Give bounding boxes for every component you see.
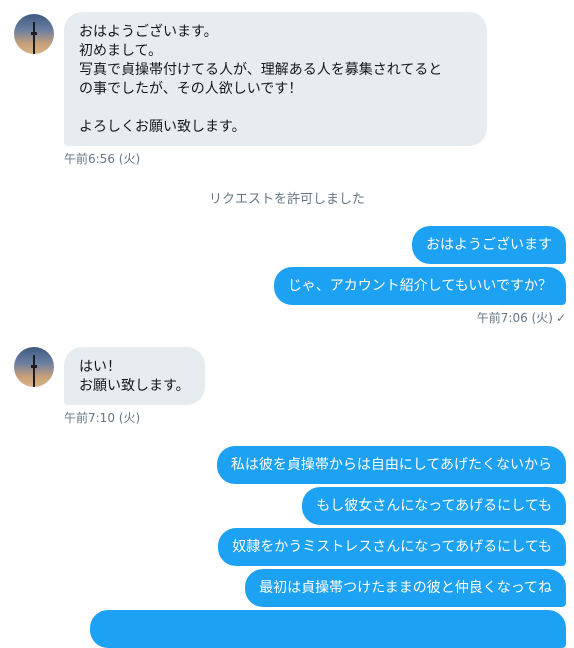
outgoing-message-partial <box>90 610 566 648</box>
tower-silhouette-icon <box>31 22 37 54</box>
tower-silhouette-icon <box>31 355 37 387</box>
incoming-message: はい！ お願い致します。 <box>64 347 205 405</box>
outgoing-message: おはようございます <box>412 226 566 264</box>
outgoing-message: 最初は貞操帯つけたままの彼と仲良くなってね <box>245 569 566 607</box>
message-timestamp: 午前6:56 (火) <box>64 152 141 166</box>
message-timestamp: 午前7:06 (火) ✓ <box>477 309 566 326</box>
sender-avatar[interactable] <box>14 347 54 387</box>
sent-check-icon: ✓ <box>555 311 566 325</box>
outgoing-message: じゃ、アカウント紹介してもいいですか？ <box>273 267 566 305</box>
timestamp-text: 午前7:06 (火) <box>476 311 553 325</box>
outgoing-message: 私は彼を貞操帯からは自由にしてあげたくないから <box>216 446 566 484</box>
outgoing-message: もし彼女さんになってあげるにしても <box>302 487 566 525</box>
sender-avatar[interactable] <box>14 14 54 54</box>
outgoing-message: 奴隷をかうミストレスさんになってあげるにしても <box>218 528 566 566</box>
incoming-message: おはようございます。 初めまして。 写真で貞操帯付けてる人が、理解ある人を募集さ… <box>64 12 487 146</box>
request-accepted-notice: リクエストを許可しました <box>208 192 365 207</box>
message-timestamp: 午前7:10 (火) <box>64 411 141 425</box>
